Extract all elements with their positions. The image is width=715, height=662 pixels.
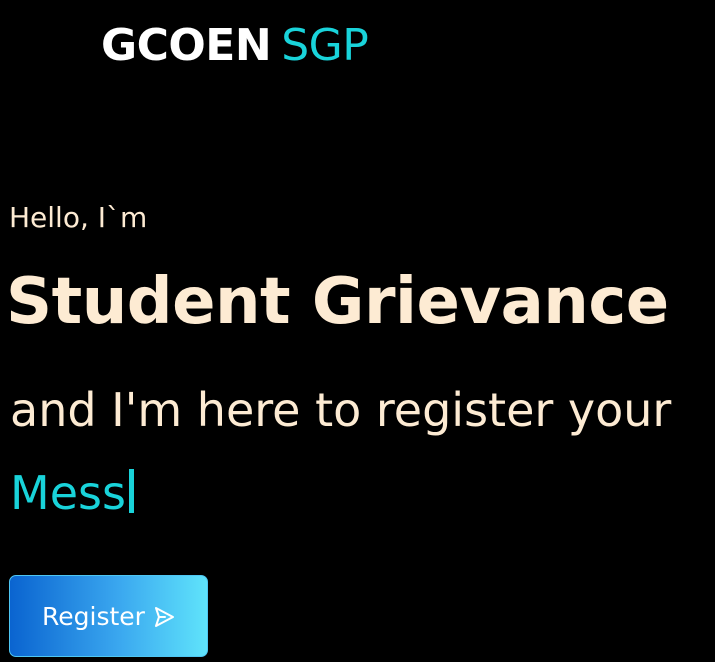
greeting-text: Hello, I`m: [9, 201, 148, 234]
page: GCOEN SGP Hello, I`m Student Grievance an…: [0, 0, 715, 662]
brand-logo[interactable]: GCOEN SGP: [101, 16, 369, 76]
hero-subline: and I'm here to register your: [10, 383, 672, 437]
typing-cursor: [128, 469, 134, 513]
typed-text-line: Mess: [10, 461, 134, 525]
register-button-label: Register: [42, 601, 145, 631]
brand-name: GCOEN: [101, 20, 272, 71]
send-icon: [153, 605, 175, 627]
typed-text: Mess: [10, 466, 126, 520]
brand-accent: SGP: [281, 20, 369, 71]
hero-headline: Student Grievance: [6, 265, 669, 339]
register-button[interactable]: Register: [9, 575, 208, 657]
